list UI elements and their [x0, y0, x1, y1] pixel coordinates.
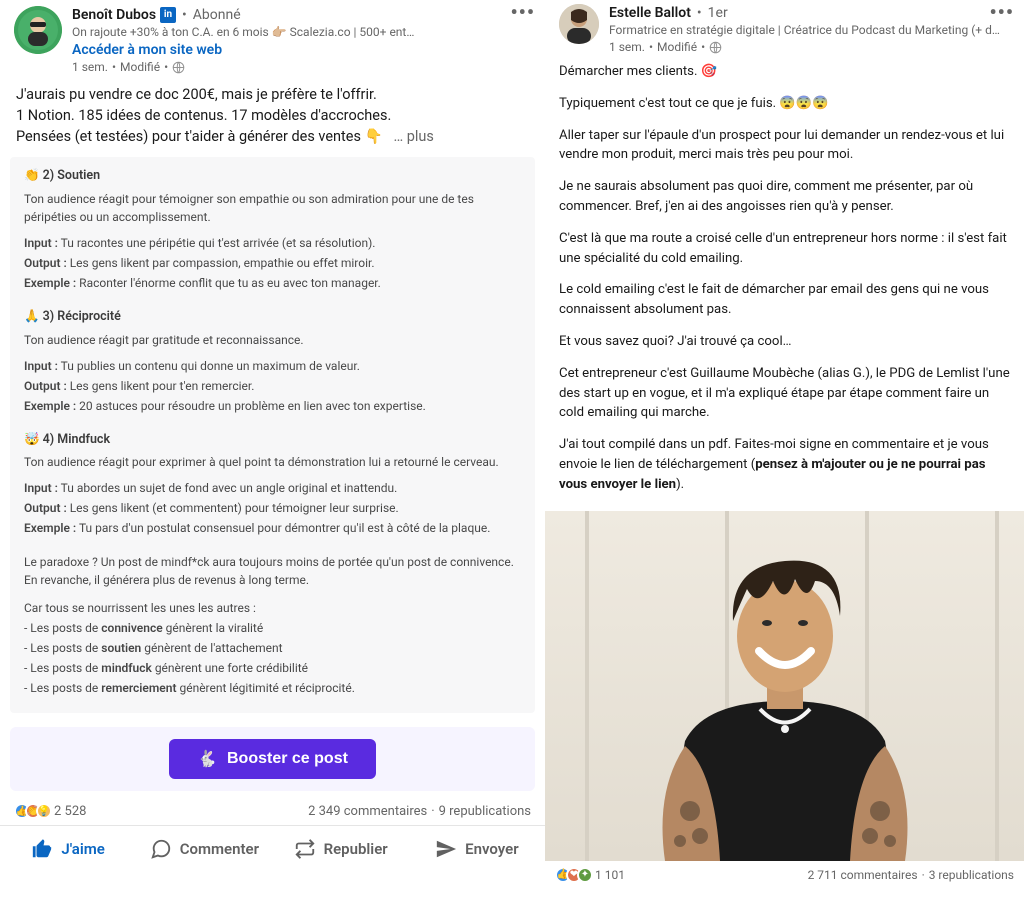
doc-title: 🤯 4) Mindfuck: [24, 431, 521, 450]
relation-left: Abonné: [193, 6, 241, 24]
boost-button[interactable]: 🐇 Booster ce post: [169, 739, 376, 779]
repost-count-left[interactable]: 9 republications: [439, 804, 531, 819]
more-button-left[interactable]: •••: [510, 6, 535, 18]
like-button[interactable]: J'aime: [0, 826, 136, 872]
body-line: Aller taper sur l'épaule d'un prospect p…: [559, 126, 1010, 166]
body-line: Cet entrepreneur c'est Guillaume Moubèch…: [559, 364, 1010, 423]
modified-right: Modifié: [657, 40, 697, 54]
time-right: 1 sem.: [609, 40, 645, 54]
stats-row-right: 👍 ❤ ✦ 1 101 2 711 commentaires · 3 repub…: [545, 861, 1024, 889]
reaction-count-left: 2 528: [54, 804, 86, 819]
send-icon: [435, 838, 457, 860]
post-header-left: Benoît Dubos in • Abonné On rajoute +30%…: [0, 0, 545, 76]
comment-count-left[interactable]: 2 349 commentaires: [308, 804, 427, 819]
body-line: Démarcher mes clients. 🎯: [559, 62, 1010, 82]
like-icon: [31, 838, 53, 860]
body-line: Et vous savez quoi? J'ai trouvé ça cool…: [559, 332, 1010, 352]
body-line: J'aurais pu vendre ce doc 200€, mais je …: [16, 84, 529, 105]
globe-icon: [172, 61, 185, 74]
body-line: Je ne saurais absolument pas quoi dire, …: [559, 177, 1010, 217]
body-line: Pensées (et testées) pour t'aider à géné…: [16, 128, 383, 145]
promoted-link[interactable]: Accéder à mon site web: [72, 42, 531, 58]
reactions-right[interactable]: 👍 ❤ ✦ 1 101: [555, 867, 625, 883]
time-left: 1 sem.: [72, 60, 108, 74]
repost-button[interactable]: Republier: [273, 826, 409, 872]
body-line: C'est là que ma route a croisé celle d'u…: [559, 229, 1010, 269]
see-more[interactable]: … plus: [393, 128, 433, 145]
boost-label: Booster ce post: [227, 750, 348, 768]
modified-left: Modifié: [120, 60, 160, 74]
avatar-right[interactable]: [559, 4, 599, 44]
headline-left: On rajoute +30% à ton C.A. en 6 mois 👉🏼 …: [72, 24, 531, 40]
reaction-count-right: 1 101: [595, 868, 625, 882]
rocket-icon: 🐇: [197, 749, 217, 769]
degree-right: 1er: [708, 4, 728, 22]
comment-button[interactable]: Commenter: [136, 826, 272, 872]
stats-row-left: 👍 👏 💡 2 528 2 349 commentaires · 9 repub…: [0, 799, 545, 825]
headline-right: Formatrice en stratégie digitale | Créat…: [609, 22, 1010, 38]
post-image[interactable]: [545, 511, 1024, 861]
post-left: ••• Benoît Dubos in • Abonné On rajoute …: [0, 0, 545, 900]
body-line: Le cold emailing c'est le fait de démarc…: [559, 280, 1010, 320]
action-bar-left: J'aime Commenter Republier Envoyer: [0, 825, 545, 872]
avatar-left[interactable]: [14, 6, 62, 54]
comment-count-right[interactable]: 2 711 commentaires: [808, 868, 918, 882]
more-button-right[interactable]: •••: [989, 6, 1014, 18]
post-right: ••• Estelle Ballot • 1er Formatrice en s…: [545, 0, 1024, 900]
author-name-left[interactable]: Benoît Dubos: [72, 6, 156, 24]
body-line: Typiquement c'est tout ce que je fuis. 😨…: [559, 94, 1010, 114]
globe-icon: [709, 41, 722, 54]
comment-icon: [150, 838, 172, 860]
post-header-right: Estelle Ballot • 1er Formatrice en strat…: [545, 0, 1024, 56]
post-body-right: Démarcher mes clients. 🎯 Typiquement c'e…: [545, 56, 1024, 511]
reactions-left[interactable]: 👍 👏 💡 2 528: [14, 803, 86, 819]
linkedin-badge-icon: in: [160, 7, 176, 23]
author-name-right[interactable]: Estelle Ballot: [609, 4, 691, 22]
post-body-left: J'aurais pu vendre ce doc 200€, mais je …: [0, 76, 545, 151]
body-line: 1 Notion. 185 idées de contenus. 17 modè…: [16, 105, 529, 126]
doc-panel[interactable]: 👏 2) Soutien Ton audience réagit pour té…: [10, 157, 535, 713]
insight-reaction-icon: 💡: [36, 803, 52, 819]
doc-title: 🙏 3) Réciprocité: [24, 308, 521, 327]
doc-title: 👏 2) Soutien: [24, 167, 521, 186]
doc-text: Ton audience réagit pour témoigner son e…: [24, 190, 521, 226]
repost-icon: [294, 838, 316, 860]
repost-count-right[interactable]: 3 republications: [929, 868, 1014, 882]
support-reaction-icon: ✦: [577, 867, 593, 883]
send-button[interactable]: Envoyer: [409, 826, 545, 872]
boost-container: 🐇 Booster ce post: [0, 719, 545, 799]
